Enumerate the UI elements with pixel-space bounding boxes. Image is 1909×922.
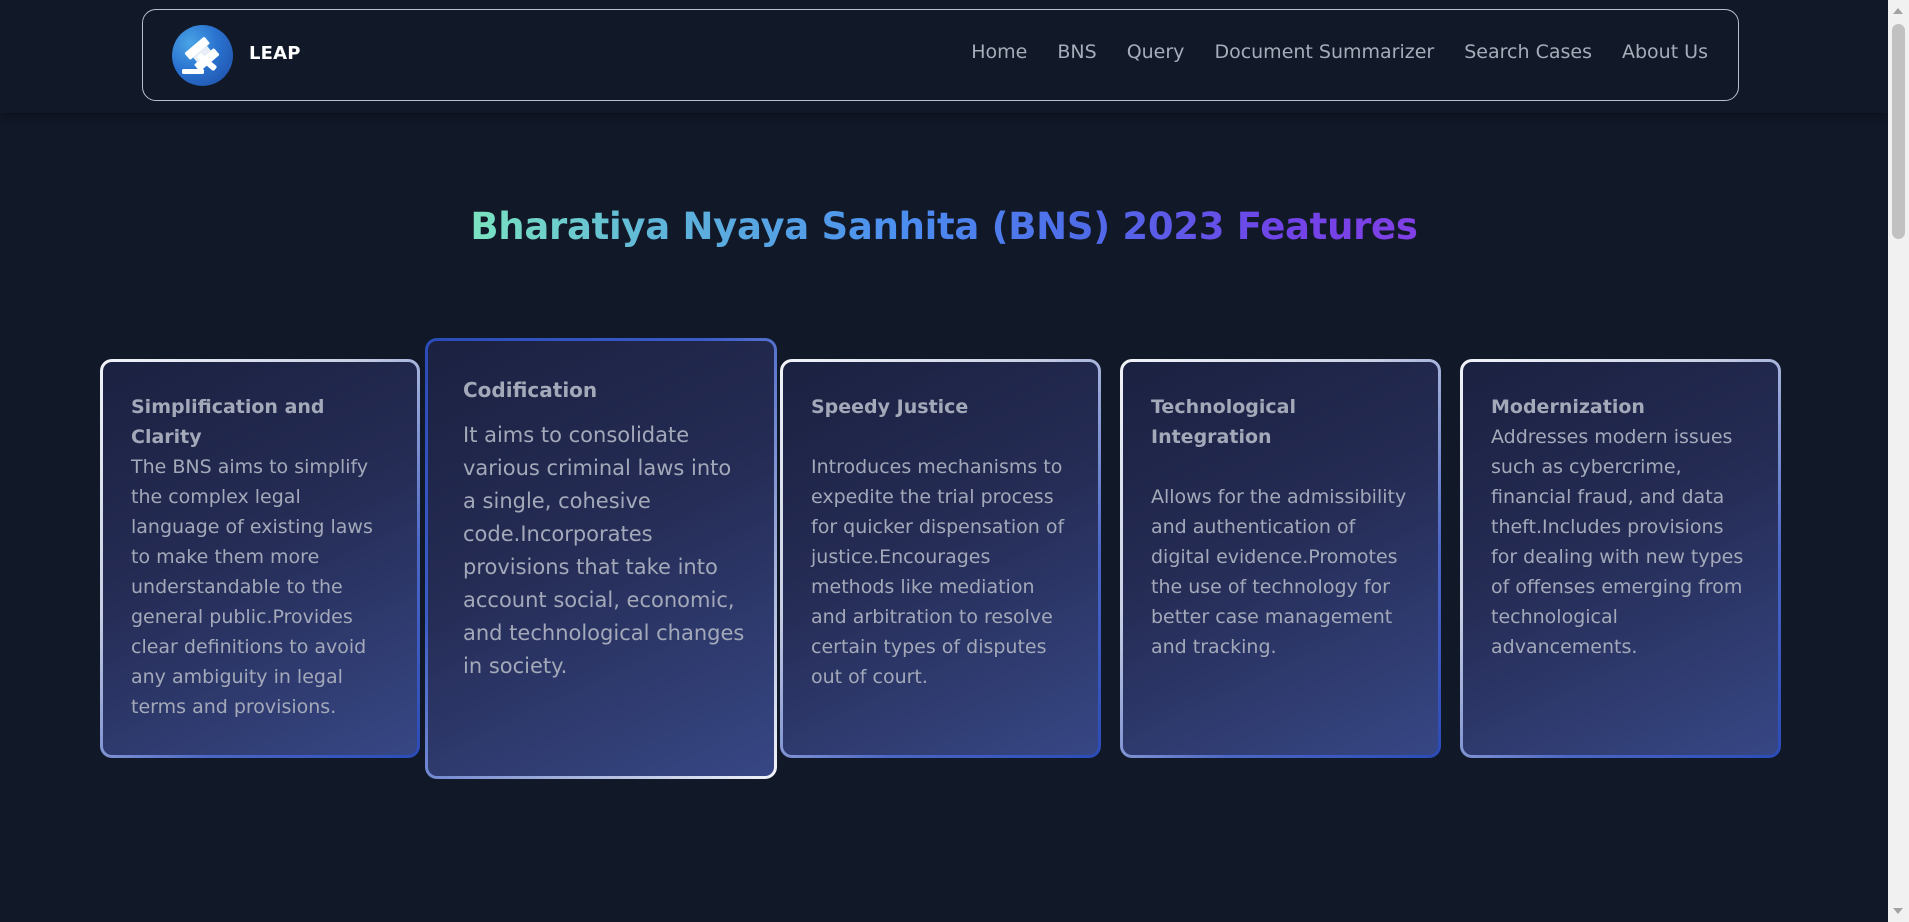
brand-name[interactable]: LEAP <box>249 43 301 64</box>
header: LEAP Home BNS Query Document Summarizer … <box>0 0 1888 113</box>
card-body: Speedy Justice Introduces mechanisms to … <box>783 362 1098 755</box>
scroll-thumb[interactable] <box>1892 24 1905 239</box>
card-text: Introduces mechanisms to expedite the tr… <box>811 456 1065 688</box>
nav-home[interactable]: Home <box>971 41 1027 63</box>
card-title: Codification <box>463 378 598 402</box>
navbar: LEAP Home BNS Query Document Summarizer … <box>142 9 1739 101</box>
card-text: Allows for the admissibility and authent… <box>1151 486 1407 658</box>
feature-card-technological-integration[interactable]: Technological Integration Allows for the… <box>1120 359 1441 758</box>
feature-card-speedy-justice[interactable]: Speedy Justice Introduces mechanisms to … <box>780 359 1101 758</box>
card-body: Modernization Addresses modern issues su… <box>1463 362 1778 755</box>
nav-query[interactable]: Query <box>1127 41 1185 63</box>
card-title: Simplification and Clarity <box>131 396 325 448</box>
card-text: The BNS aims to simplify the complex leg… <box>131 456 373 718</box>
card-title: Technological Integration <box>1151 396 1296 448</box>
vertical-scrollbar[interactable] <box>1888 0 1909 922</box>
logo[interactable] <box>172 25 233 86</box>
scroll-down-arrow-icon[interactable] <box>1893 908 1903 914</box>
card-body: Technological Integration Allows for the… <box>1123 362 1438 755</box>
card-body: Simplification and Clarity The BNS aims … <box>103 362 417 755</box>
feature-card-codification[interactable]: Codification It aims to consolidate vari… <box>425 338 777 779</box>
card-text: It aims to consolidate various criminal … <box>463 423 745 678</box>
card-text: Addresses modern issues such as cybercri… <box>1491 426 1744 658</box>
nav-about-us[interactable]: About Us <box>1622 41 1708 63</box>
card-title: Speedy Justice <box>811 396 969 418</box>
page: LEAP Home BNS Query Document Summarizer … <box>0 0 1909 922</box>
nav-search-cases[interactable]: Search Cases <box>1464 41 1592 63</box>
page-title: Bharatiya Nyaya Sanhita (BNS) 2023 Featu… <box>470 205 1418 248</box>
main-nav: Home BNS Query Document Summarizer Searc… <box>971 41 1708 63</box>
card-title: Modernization <box>1491 396 1645 418</box>
card-body: Codification It aims to consolidate vari… <box>428 341 774 776</box>
nav-document-summarizer[interactable]: Document Summarizer <box>1214 41 1434 63</box>
scroll-up-arrow-icon[interactable] <box>1893 8 1903 14</box>
nav-bns[interactable]: BNS <box>1057 41 1096 63</box>
feature-card-simplification[interactable]: Simplification and Clarity The BNS aims … <box>100 359 420 758</box>
gavel-icon <box>182 37 220 74</box>
feature-card-modernization[interactable]: Modernization Addresses modern issues su… <box>1460 359 1781 758</box>
